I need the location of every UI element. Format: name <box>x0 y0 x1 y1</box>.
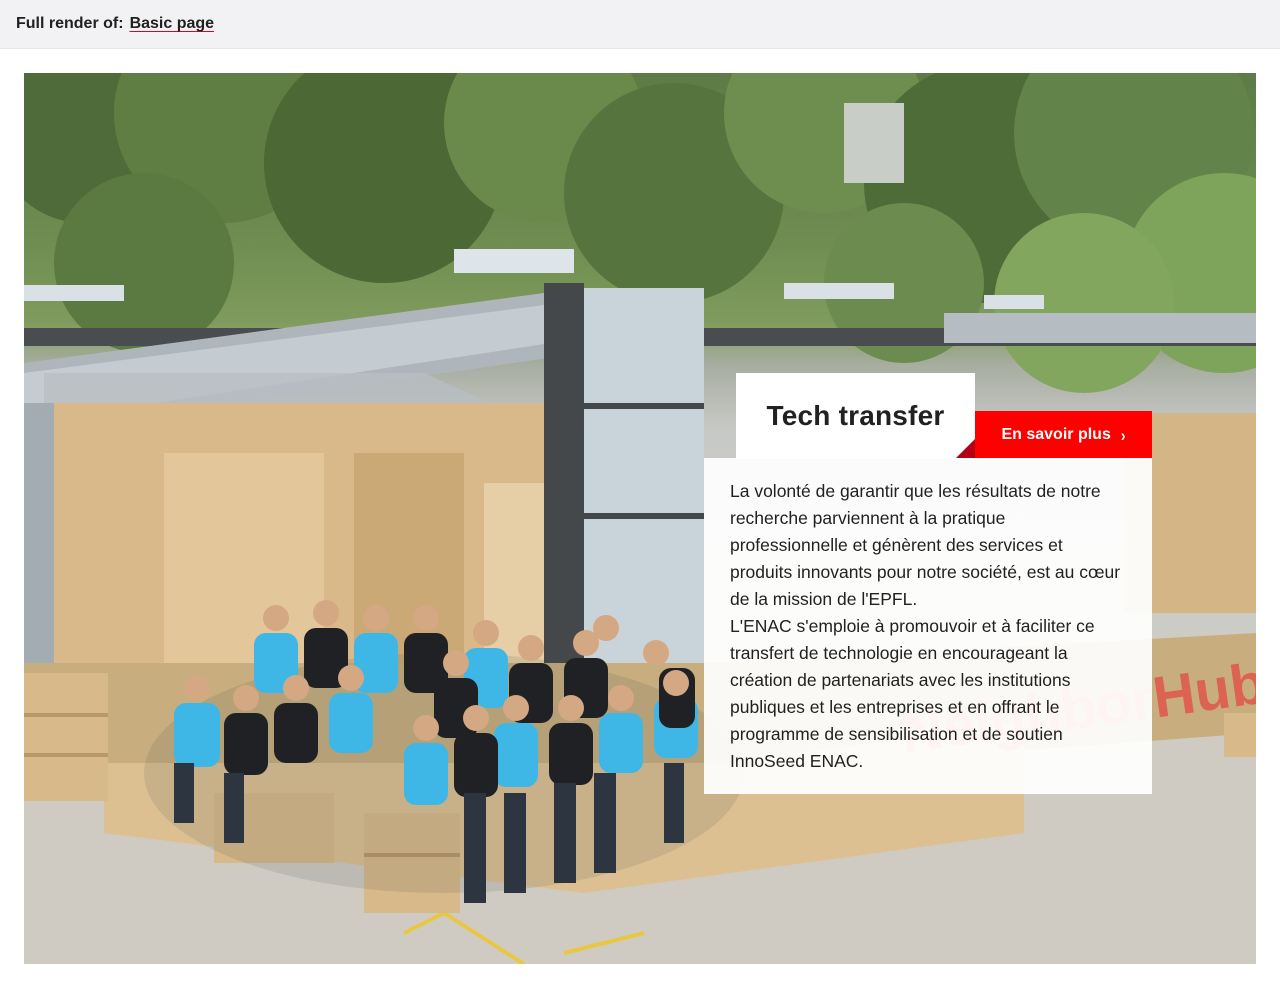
hero-title: Tech transfer <box>736 373 975 459</box>
description-paragraph-2: L'ENAC s'emploie à promouvoir et à facil… <box>730 616 1095 771</box>
cta-fold-decoration <box>956 439 975 458</box>
hero-banner: NeighborHub <box>24 73 1256 964</box>
render-header: Full render of: Basic page <box>0 0 1280 49</box>
cta-label: En savoir plus <box>1001 425 1111 443</box>
chevron-right-icon: › <box>1120 424 1126 445</box>
render-prefix-label: Full render of: <box>16 15 124 32</box>
description-paragraph-1: La volonté de garantir que les résultats… <box>730 481 1121 609</box>
en-savoir-plus-button[interactable]: En savoir plus › <box>975 411 1152 458</box>
hero-description: La volonté de garantir que les résultats… <box>704 458 1152 794</box>
basic-page-link[interactable]: Basic page <box>130 15 214 33</box>
